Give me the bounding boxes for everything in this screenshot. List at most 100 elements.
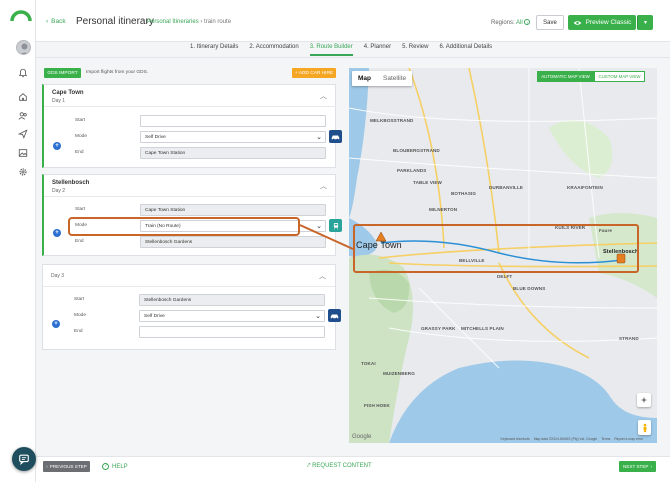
mode-select[interactable]: Self Drive ⌄	[139, 310, 325, 322]
keyboard-shortcuts-link[interactable]: Keyboard shortcuts	[501, 437, 530, 441]
highlight-mode-field	[68, 217, 300, 236]
start-field[interactable]: Cape Town Station	[140, 204, 326, 216]
report-error-link[interactable]: Report a map error	[614, 437, 643, 441]
map-type-tabs: Map Satellite	[352, 71, 413, 86]
mode-label: Mode	[74, 313, 86, 318]
request-content-link[interactable]: ⤤ REQUEST CONTENT	[307, 463, 372, 470]
map-label-durbanville: DURBANVILLE	[489, 185, 524, 190]
terms-link[interactable]: Terms	[601, 437, 610, 441]
tab-planner[interactable]: 4. Planner	[364, 44, 391, 56]
car-mode-button[interactable]	[328, 309, 341, 322]
app-logo-icon[interactable]	[10, 10, 32, 22]
save-button[interactable]: Save	[536, 15, 564, 30]
add-stop-icon[interactable]: +	[52, 320, 60, 328]
step-tabs: 1. Itinerary Details 2. Accommodation 3.…	[190, 44, 503, 56]
bell-icon[interactable]	[16, 66, 30, 80]
map-label-blue-downs: BLUE DOWNS	[513, 286, 546, 291]
route-leg-card-1: Cape Town Day 1 ︿ Start + Mode Self Driv…	[42, 84, 342, 168]
tab-itinerary-details[interactable]: 1. Itinerary Details	[190, 44, 238, 56]
breadcrumb: Personal Itineraries › train route	[147, 19, 231, 25]
tab-route-builder[interactable]: 3. Route Builder	[309, 44, 353, 56]
chevron-up-icon[interactable]: ︿	[320, 181, 327, 191]
map-compass-icon[interactable]	[637, 393, 651, 407]
avatar[interactable]	[16, 40, 31, 55]
end-field[interactable]	[139, 326, 325, 338]
car-icon	[331, 135, 340, 140]
next-step-label: NEXT STEP	[623, 464, 649, 469]
map-label-bothasig: BOTHASIG	[451, 191, 477, 196]
tab-satellite[interactable]: Satellite	[377, 71, 412, 86]
chevron-down-icon: ⌄	[316, 134, 322, 141]
street-view-pegman-icon[interactable]	[638, 420, 651, 435]
chevron-left-icon: ‹	[46, 464, 48, 469]
map-label-fish-hoek: FISH HOEK	[364, 403, 390, 408]
custom-map-view-button[interactable]: CUSTOM MAP VIEW	[594, 71, 645, 82]
tab-additional-details[interactable]: 6. Additional Details	[439, 44, 492, 56]
route-leg-card-2: Stellenbosch Day 2 ︿ Start Cape Town Sta…	[42, 174, 342, 256]
end-field[interactable]: Cape Town Station	[140, 147, 326, 159]
preview-classic-button[interactable]: Preview Classic	[568, 15, 636, 30]
regions-value[interactable]: All	[516, 20, 523, 26]
tab-map[interactable]: Map	[352, 71, 377, 86]
back-link[interactable]: ‹ Back	[46, 18, 66, 25]
map-label-grassy-park: GRASSY PARK	[421, 326, 456, 331]
map-label-mitchells-plain: MITCHELLS PLAIN	[461, 326, 504, 331]
settings-icon[interactable]	[16, 165, 30, 179]
leg-header[interactable]: Day 3 ︿	[43, 265, 335, 287]
regions-filter[interactable]: Regions: All i	[491, 19, 531, 26]
eye-icon	[573, 20, 581, 25]
end-label: End	[75, 150, 84, 155]
users-icon[interactable]	[16, 109, 30, 123]
gds-import-button[interactable]: GDS IMPORT	[44, 68, 81, 78]
mode-value: Self Drive	[145, 135, 166, 140]
automatic-map-view-button[interactable]: AUTOMATIC MAP VIEW	[537, 71, 594, 82]
tab-review[interactable]: 5. Review	[402, 44, 428, 56]
end-label: End	[75, 239, 84, 244]
leg-header[interactable]: Stellenbosch Day 2 ︿	[44, 175, 336, 197]
home-icon[interactable]	[16, 90, 30, 104]
map-label-table-view: TABLE VIEW	[413, 180, 442, 185]
map-label-parklands: PARKLANDS	[397, 168, 427, 173]
preview-dropdown-button[interactable]: ▾	[637, 15, 653, 30]
map-label-strand: STRAND	[619, 336, 639, 341]
tab-accommodation[interactable]: 2. Accommodation	[249, 44, 298, 56]
chevron-up-icon[interactable]: ︿	[320, 91, 327, 101]
mode-select[interactable]: Self Drive ⌄	[140, 131, 326, 143]
breadcrumb-separator: ›	[200, 19, 203, 25]
map-label-blouberg: BLOUBERGSTRAND	[393, 148, 440, 153]
leg-header[interactable]: Cape Town Day 1 ︿	[44, 85, 336, 107]
page-title: Personal itinerary	[76, 16, 154, 27]
breadcrumb-link[interactable]: Personal Itineraries	[147, 19, 199, 25]
start-field[interactable]	[140, 115, 326, 127]
share-icon: ⤤	[307, 463, 311, 469]
map-label-delft: DELFT	[497, 274, 513, 279]
map-label-melkbosstrand: MELKBOSSTRAND	[370, 118, 414, 123]
request-content-label: REQUEST CONTENT	[312, 463, 372, 469]
map-label-muizenberg: MUIZENBERG	[383, 371, 415, 376]
add-stop-icon[interactable]: +	[53, 229, 61, 237]
image-icon[interactable]	[16, 146, 30, 160]
add-car-hire-button[interactable]: + ADD CAR HIRE	[292, 68, 336, 78]
map-label-milnerton: MILNERTON	[429, 207, 458, 212]
help-link[interactable]: ? HELP	[102, 463, 128, 470]
leg-day: Day 3	[51, 273, 65, 279]
regions-label: Regions:	[491, 20, 515, 26]
next-step-button[interactable]: NEXT STEP ›	[619, 461, 656, 472]
previous-step-button[interactable]: ‹ PREVIOUS STEP	[43, 461, 90, 472]
add-stop-icon[interactable]: +	[53, 142, 61, 150]
map-label-tokai: TOKAI	[361, 361, 376, 366]
send-icon[interactable]	[16, 127, 30, 141]
start-label: Start	[75, 207, 86, 212]
info-icon: i	[524, 19, 531, 25]
start-label: Start	[74, 297, 85, 302]
start-field[interactable]: Stellenbosch Gardens	[139, 294, 325, 306]
chevron-down-icon: ⌄	[315, 313, 321, 320]
car-mode-button[interactable]	[329, 130, 342, 143]
back-label: Back	[51, 18, 66, 25]
chat-bubble-icon[interactable]	[12, 447, 36, 471]
end-field[interactable]: Stellenbosch Gardens	[140, 236, 326, 248]
map-data-text: Map data ©2024 AfriGIS (Pty) Ltd, Google	[533, 437, 598, 441]
steps-divider	[36, 57, 670, 58]
highlight-map-route	[353, 224, 639, 273]
chevron-up-icon[interactable]: ︿	[319, 271, 326, 281]
